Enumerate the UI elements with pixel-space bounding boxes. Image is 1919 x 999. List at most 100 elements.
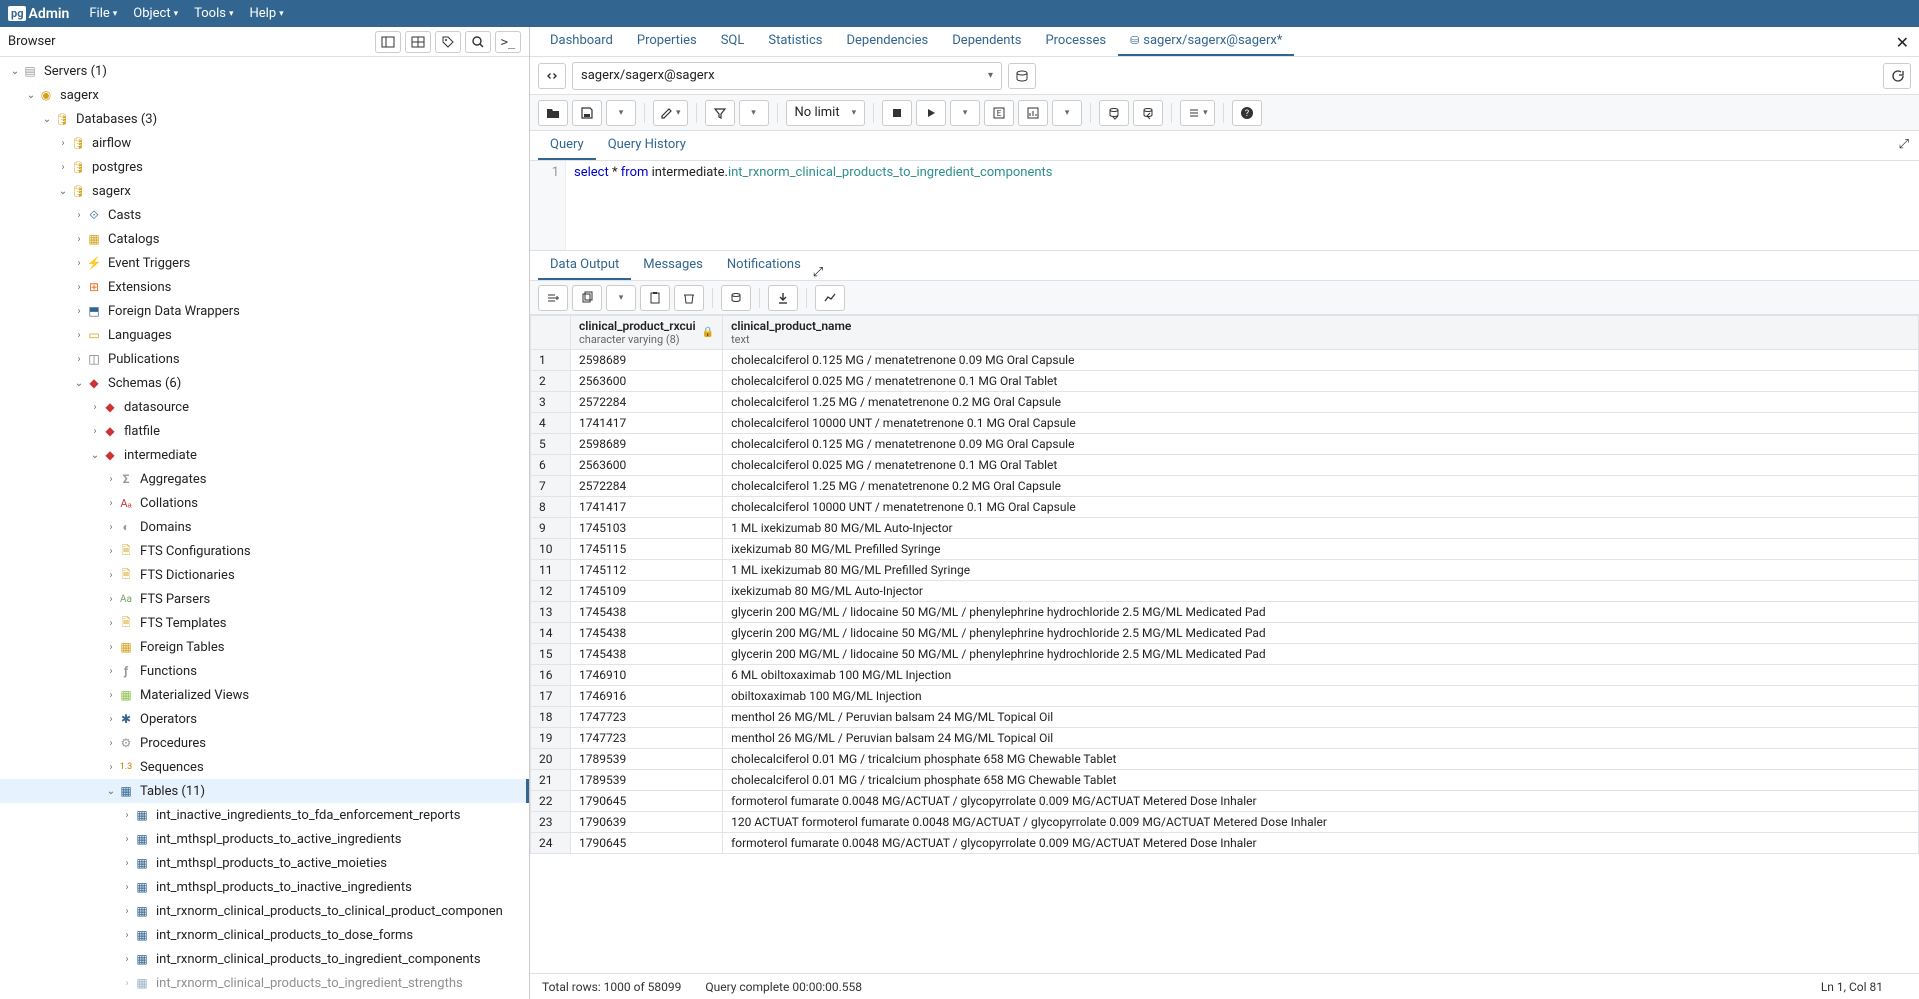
tree-toggle-icon[interactable]: › <box>88 426 102 437</box>
download-button[interactable] <box>768 285 798 311</box>
tree-toggle-icon[interactable]: › <box>104 642 118 653</box>
data-grid-scroll[interactable]: clinical_product_rxcui character varying… <box>530 315 1919 973</box>
copy-button[interactable] <box>572 285 602 311</box>
tree-item[interactable]: ›Casts <box>0 203 529 227</box>
rollback-button[interactable] <box>1133 100 1163 126</box>
open-file-button[interactable] <box>538 100 568 126</box>
table-row[interactable]: 151745438glycerin 200 MG/ML / lidocaine … <box>531 644 1919 665</box>
tree-toggle-icon[interactable]: › <box>120 954 134 965</box>
tree-item[interactable]: ›Operators <box>0 707 529 731</box>
cell-rxcui[interactable]: 2572284 <box>571 476 723 497</box>
add-row-button[interactable] <box>538 285 568 311</box>
tree-item[interactable]: ›FTS Configurations <box>0 539 529 563</box>
explain-analyze-button[interactable] <box>1018 100 1048 126</box>
paste-button[interactable] <box>640 285 670 311</box>
cell-product-name[interactable]: formoterol fumarate 0.0048 MG/ACTUAT / g… <box>723 833 1919 854</box>
tab-query-tool[interactable]: ⛁sagerx/sagerx@sagerx* <box>1118 27 1294 56</box>
tab-notifications[interactable]: Notifications <box>715 251 813 280</box>
tab-dependencies[interactable]: Dependencies <box>834 27 940 56</box>
tree-item[interactable]: ›postgres <box>0 155 529 179</box>
tab-processes[interactable]: Processes <box>1033 27 1118 56</box>
terminal-button[interactable]: >_ <box>495 31 521 53</box>
cell-product-name[interactable]: cholecalciferol 10000 UNT / menatetrenon… <box>723 497 1919 518</box>
cell-product-name[interactable]: 1 ML ixekizumab 80 MG/ML Prefilled Syrin… <box>723 560 1919 581</box>
tree-toggle-icon[interactable]: ⌄ <box>72 378 86 389</box>
cell-rxcui[interactable]: 1745438 <box>571 644 723 665</box>
tree-toggle-icon[interactable]: › <box>120 834 134 845</box>
search-button[interactable] <box>465 31 491 53</box>
tab-messages[interactable]: Messages <box>631 251 715 280</box>
expand-output-button[interactable]: ⤢ <box>813 265 823 280</box>
table-row[interactable]: 211789539cholecalciferol 0.01 MG / trica… <box>531 770 1919 791</box>
save-file-button[interactable] <box>572 100 602 126</box>
tab-query-history[interactable]: Query History <box>596 131 698 160</box>
tree-toggle-icon[interactable]: › <box>104 474 118 485</box>
menu-help[interactable]: Help▾ <box>241 2 291 25</box>
tree-toggle-icon[interactable]: › <box>120 810 134 821</box>
menu-tools[interactable]: Tools▾ <box>186 2 241 25</box>
filter-button[interactable] <box>705 100 735 126</box>
table-row[interactable]: 201789539cholecalciferol 0.01 MG / trica… <box>531 749 1919 770</box>
save-data-button[interactable] <box>721 285 751 311</box>
table-row[interactable]: 191747723menthol 26 MG/ML / Peruvian bal… <box>531 728 1919 749</box>
tree-item[interactable]: ›int_rxnorm_clinical_products_to_clinica… <box>0 899 529 923</box>
cell-rxcui[interactable]: 1790645 <box>571 791 723 812</box>
table-row[interactable]: 917451031 ML ixekizumab 80 MG/ML Auto-In… <box>531 518 1919 539</box>
tab-properties[interactable]: Properties <box>625 27 709 56</box>
tree-item[interactable]: ›int_mthspl_products_to_active_ingredien… <box>0 827 529 851</box>
table-row[interactable]: 1117451121 ML ixekizumab 80 MG/ML Prefil… <box>531 560 1919 581</box>
close-tab-button[interactable]: ✕ <box>1896 33 1909 52</box>
data-grid[interactable]: clinical_product_rxcui character varying… <box>530 315 1919 854</box>
tree-toggle-icon[interactable]: › <box>72 330 86 341</box>
edit-button[interactable]: ▾ <box>653 100 688 126</box>
tree-item[interactable]: ⌄intermediate <box>0 443 529 467</box>
tree-item[interactable]: ›Collations <box>0 491 529 515</box>
tree-toggle-icon[interactable]: ⌄ <box>56 186 70 197</box>
cell-rxcui[interactable]: 1741417 <box>571 413 723 434</box>
limit-select[interactable]: No limit▾ <box>786 100 866 126</box>
tree-item[interactable]: ›Foreign Tables <box>0 635 529 659</box>
menu-file[interactable]: File▾ <box>81 2 125 25</box>
table-row[interactable]: 181747723menthol 26 MG/ML / Peruvian bal… <box>531 707 1919 728</box>
object-tree[interactable]: ⌄Servers (1)⌄sagerx⌄Databases (3)›airflo… <box>0 57 529 999</box>
tree-toggle-icon[interactable]: › <box>72 234 86 245</box>
copy-dropdown[interactable]: ▾ <box>606 285 636 311</box>
cell-rxcui[interactable]: 1745103 <box>571 518 723 539</box>
cell-product-name[interactable]: cholecalciferol 0.125 MG / menatetrenone… <box>723 350 1919 371</box>
execute-dropdown[interactable]: ▾ <box>950 100 980 126</box>
tree-toggle-icon[interactable]: › <box>104 594 118 605</box>
tree-toggle-icon[interactable]: › <box>104 690 118 701</box>
tree-toggle-icon[interactable]: › <box>72 354 86 365</box>
explain-button[interactable]: E <box>984 100 1014 126</box>
table-row[interactable]: 22563600cholecalciferol 0.025 MG / menat… <box>531 371 1919 392</box>
table-row[interactable]: 12598689cholecalciferol 0.125 MG / menat… <box>531 350 1919 371</box>
cell-product-name[interactable]: 120 ACTUAT formoterol fumarate 0.0048 MG… <box>723 812 1919 833</box>
cell-rxcui[interactable]: 1741417 <box>571 497 723 518</box>
cell-rxcui[interactable]: 2598689 <box>571 434 723 455</box>
reset-layout-button[interactable] <box>1883 63 1911 89</box>
cell-rxcui[interactable]: 1745438 <box>571 602 723 623</box>
tree-item[interactable]: ›Sequences <box>0 755 529 779</box>
table-row[interactable]: 101745115ixekizumab 80 MG/ML Prefilled S… <box>531 539 1919 560</box>
tree-toggle-icon[interactable]: › <box>104 762 118 773</box>
tree-item[interactable]: ›Catalogs <box>0 227 529 251</box>
table-row[interactable]: 171746916obiltoxaximab 100 MG/ML Injecti… <box>531 686 1919 707</box>
save-dropdown[interactable]: ▾ <box>606 100 636 126</box>
cell-product-name[interactable]: cholecalciferol 1.25 MG / menatetrenone … <box>723 476 1919 497</box>
stop-button[interactable] <box>882 100 912 126</box>
cell-product-name[interactable]: cholecalciferol 1.25 MG / menatetrenone … <box>723 392 1919 413</box>
tree-item[interactable]: ›Functions <box>0 659 529 683</box>
table-row[interactable]: 121745109ixekizumab 80 MG/ML Auto-Inject… <box>531 581 1919 602</box>
tree-item[interactable]: ›Foreign Data Wrappers <box>0 299 529 323</box>
tree-toggle-icon[interactable]: ⌄ <box>40 114 54 125</box>
cell-product-name[interactable]: glycerin 200 MG/ML / lidocaine 50 MG/ML … <box>723 602 1919 623</box>
column-header-name[interactable]: clinical_product_name text <box>723 316 1919 350</box>
tree-toggle-icon[interactable]: › <box>120 930 134 941</box>
table-row[interactable]: 241790645formoterol fumarate 0.0048 MG/A… <box>531 833 1919 854</box>
cell-rxcui[interactable]: 2572284 <box>571 392 723 413</box>
cell-product-name[interactable]: ixekizumab 80 MG/ML Prefilled Syringe <box>723 539 1919 560</box>
tab-data-output[interactable]: Data Output <box>538 251 631 280</box>
tree-toggle-icon[interactable]: › <box>56 138 70 149</box>
tree-item[interactable]: ›int_rxnorm_clinical_products_to_ingredi… <box>0 947 529 971</box>
table-row[interactable]: 81741417cholecalciferol 10000 UNT / mena… <box>531 497 1919 518</box>
